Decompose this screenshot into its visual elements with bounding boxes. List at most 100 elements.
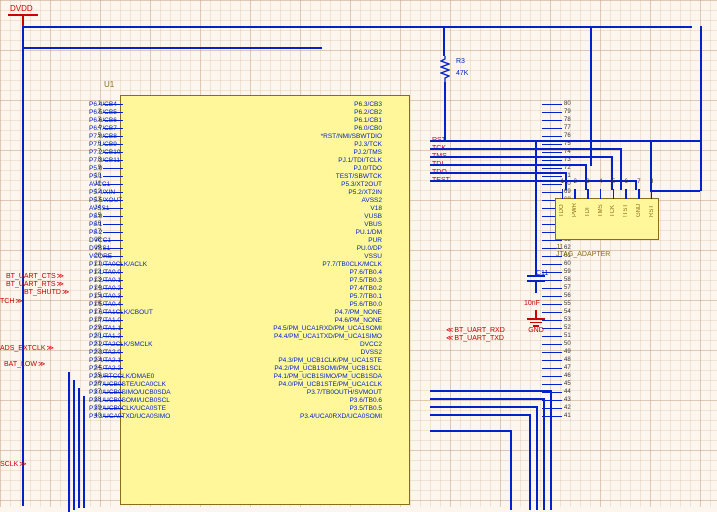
pin-right-76: *RST/NMI/SBWTDIO76: [384, 132, 578, 140]
pin-right-62: PU.0/DP62: [384, 244, 578, 252]
netlabel-bt-shutd: BT_SHUTD: [24, 288, 69, 296]
pin-column-left: 1P6.4/CB42P6.5/CB53P6.6/CB64P6.7/CB75P7.…: [83, 100, 123, 420]
pin-right-46: P4.1/PM_UCB1SIMO/PM_UCB1SDA46: [384, 372, 578, 380]
pin-left-14: 14AVSS1: [83, 204, 123, 212]
netlabel-bat-low: BAT_LOW: [4, 360, 45, 368]
wire: [430, 172, 565, 174]
pin-left-17: 17P8.2: [83, 228, 123, 236]
connector-j1-ref: J1JTAG_ADAPTER: [556, 244, 610, 258]
pin-left-7: 7P7.2/CB10: [83, 148, 123, 156]
netlabel-tch: TCH: [0, 297, 23, 305]
pin-left-33: 33P2.4/TA2.1: [83, 356, 123, 364]
pin-left-20: 20VCORE: [83, 252, 123, 260]
pin-right-45: P4.0/PM_UCB1STE/PM_UCA1CLK45: [384, 380, 578, 388]
pin-right-59: P7.6/TB0.459: [384, 268, 578, 276]
pin-left-32: 32P2.3/TA2.0: [83, 348, 123, 356]
pin-right-54: P4.7/PM_NONE54: [384, 308, 578, 316]
wire: [430, 406, 536, 408]
wire: [22, 26, 692, 28]
pin-left-3: 3P6.6/CB6: [83, 116, 123, 124]
wire: [430, 398, 543, 400]
pin-left-26: 26P1.5/TA0.4: [83, 300, 123, 308]
pin-right-55: P5.6/TB0.055: [384, 300, 578, 308]
pin-left-15: 15P8.0: [83, 212, 123, 220]
wire: [83, 396, 85, 508]
netlabel-bt-uart-rxd: BT_UART_RXD: [446, 326, 505, 334]
netlabel-bt-uart-rts: BT_UART_RTS: [6, 280, 64, 288]
wire: [73, 380, 75, 510]
power-dvdd-label: DVDD: [10, 4, 33, 13]
pin-left-38: 38P3.1/UCB0SOMI/UCB0SCL: [83, 396, 123, 404]
connector-j1: 12345678 TDOPWRTDITMSTCK!TSTGNDRST: [555, 198, 659, 240]
chip-refdes: U1: [104, 80, 114, 89]
pin-right-49: DVSS249: [384, 348, 578, 356]
wire: [430, 414, 529, 416]
pin-right-65: VBUS65: [384, 220, 578, 228]
pin-left-11: 11AVCC1: [83, 180, 123, 188]
pin-right-53: P4.6/PM_NONE53: [384, 316, 578, 324]
gnd-symbol: GND: [526, 310, 546, 334]
pin-left-28: 28P1.7/TA1.0: [83, 316, 123, 324]
pin-right-48: P4.3/PM_UCB1CLK/PM_UCA1STE48: [384, 356, 578, 364]
wire: [700, 26, 702, 191]
pin-left-22: 22P1.1/TA0.0: [83, 268, 123, 276]
pin-right-79: P6.2/CB279: [384, 108, 578, 116]
resistor-r3-ref: R3: [456, 58, 465, 65]
pin-left-23: 23P1.2/TA0.1: [83, 276, 123, 284]
pin-left-9: 9P5.0: [83, 164, 123, 172]
pin-left-1: 1P6.4/CB4: [83, 100, 123, 108]
pin-left-13: 13P5.5/XOUT: [83, 196, 123, 204]
pin-right-61: VSSU61: [384, 252, 578, 260]
wire: [543, 398, 545, 510]
pin-right-57: P7.4/TB0.257: [384, 284, 578, 292]
resistor-r3: [440, 56, 450, 82]
wire: [536, 406, 538, 510]
pin-right-47: P4.2/PM_UCB1SOMI/PM_UCB1SCL47: [384, 364, 578, 372]
wire: [430, 390, 550, 392]
wire: [22, 26, 24, 506]
pin-left-2: 2P6.5/CB5: [83, 108, 123, 116]
power-dvdd-stem: [22, 14, 24, 26]
pin-left-21: 21P1.0/TA0CLK/ACLK: [83, 260, 123, 268]
pin-left-8: 8P7.3/CB11: [83, 156, 123, 164]
wire: [590, 26, 592, 166]
pin-left-24: 24P1.3/TA0.2: [83, 284, 123, 292]
pin-left-27: 27P1.6/TA1CLK/CBOUT: [83, 308, 123, 316]
cap-c11-val: 10nF: [524, 300, 540, 307]
pin-right-64: PU.1/DM64: [384, 228, 578, 236]
wire: [68, 372, 70, 512]
pin-right-56: P5.7/TB0.156: [384, 292, 578, 300]
wire: [550, 390, 552, 510]
cap-c11-ref: C11: [536, 270, 548, 277]
pin-left-29: 29P2.0/TA1.1: [83, 324, 123, 332]
pin-right-80: P6.3/CB380: [384, 100, 578, 108]
pin-left-34: 34P2.5/TA2.2: [83, 364, 123, 372]
pin-left-40: 40P3.3/UCA0TXD/UCA0SIMO: [83, 412, 123, 420]
pin-right-60: P7.7/TB0CLK/MCLK60: [384, 260, 578, 268]
gnd-label: GND: [526, 327, 546, 334]
pin-right-69: P5.2/XT2IN69: [384, 188, 578, 196]
wire: [510, 430, 512, 510]
wire: [430, 164, 585, 166]
pin-right-78: P6.1/CB178: [384, 116, 578, 124]
wire: [22, 47, 322, 49]
pin-left-36: 36P2.7/UCB0STE/UCA0CLK: [83, 380, 123, 388]
pin-left-16: 16P8.1: [83, 220, 123, 228]
pin-right-68: AVSS268: [384, 196, 578, 204]
netlabel-ads-extclk: ADS_EXTCLK: [0, 344, 54, 352]
wire: [444, 82, 446, 140]
pin-left-25: 25P1.4/TA0.3: [83, 292, 123, 300]
pin-right-63: PUR63: [384, 236, 578, 244]
netlabel-sclk: SCLK: [0, 460, 27, 468]
pin-left-12: 12P5.4/XIN: [83, 188, 123, 196]
resistor-r3-val: 47K: [456, 70, 468, 77]
pin-left-10: 10P5.1: [83, 172, 123, 180]
pin-left-35: 35P2.6/RTCCLK/DMAE0: [83, 372, 123, 380]
wire: [78, 388, 80, 508]
wire: [585, 164, 587, 190]
pin-left-31: 31P2.2/TA2CLK/SMCLK: [83, 340, 123, 348]
pin-left-39: 39P3.2/UCB0CLK/UCA0STE: [83, 404, 123, 412]
pin-left-4: 4P6.7/CB7: [83, 124, 123, 132]
netlabel-bt-uart-cts: BT_UART_CTS: [6, 272, 64, 280]
wire: [430, 156, 612, 158]
